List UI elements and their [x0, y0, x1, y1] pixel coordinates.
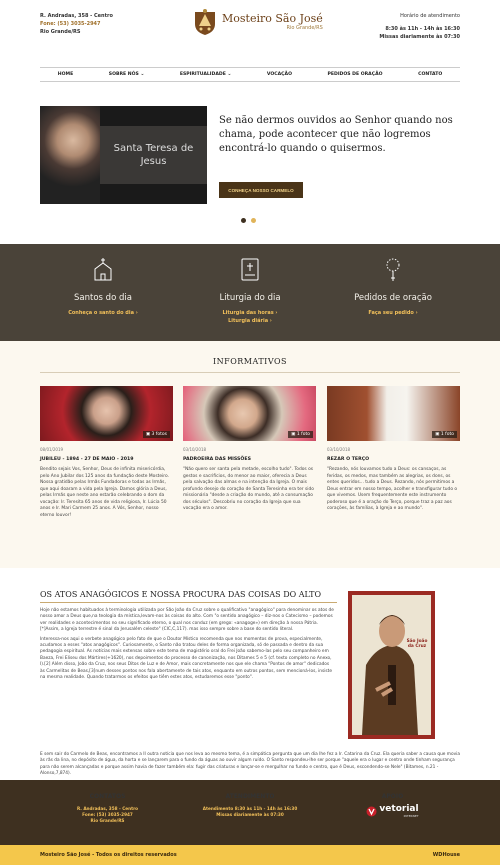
footer-mass-line: Missas diariamente às 07:30 — [216, 812, 284, 818]
portrait-label: São João da Cruz — [406, 639, 428, 649]
header-address: R. Andradas, 358 - Centro Fone: (53) 303… — [40, 12, 113, 36]
news-date: 03/10/2018 — [327, 447, 351, 452]
mass-line: Missas diariamente às 07:30 — [379, 34, 460, 40]
news-image: ▣ 1 foto — [327, 386, 460, 441]
news-title: PADROEIRA DAS MISSÕES — [183, 457, 251, 462]
nav-vocacao[interactable]: VOCAÇÃO — [267, 72, 292, 77]
news-excerpt: "Não quero ser santa pela metade, escolh… — [183, 467, 314, 511]
news-title: JUBILEU - 1894 - 27 DE MAIO - 2019 — [40, 457, 134, 462]
photo-count-badge: ▣ 1 foto — [288, 431, 313, 438]
feature-liturgia: Liturgia do dia Liturgia das horas › Lit… — [190, 256, 310, 325]
nav-label: ESPIRITUALIDADE — [179, 72, 226, 77]
feature-link[interactable]: Conheça o santo do dia › — [43, 309, 163, 317]
chevron-down-icon: ⌄ — [140, 72, 145, 77]
feature-title: Pedidos de oração — [354, 293, 432, 303]
footer-contacts: CONTATOS R. Andradas, 358 - Centro Fone:… — [60, 793, 155, 825]
feature-link[interactable]: Liturgia das horas › — [190, 309, 310, 317]
article-title: OS ATOS ANAGÓGICOS E NOSSA PROCURA DAS C… — [40, 590, 322, 599]
address-line: R. Andradas, 358 - Centro — [40, 13, 113, 19]
news-card[interactable]: ▣ 1 foto 03/10/2018 REZAR O TERÇO "Rezan… — [327, 386, 460, 513]
article-body: Hoje não estamos habituados à terminolog… — [40, 608, 334, 684]
article-paragraph: Hoje não estamos habituados à terminolog… — [40, 608, 334, 633]
vetorial-wordmark: vetorial — [379, 804, 419, 814]
badge-label: 3 fotos — [151, 432, 168, 437]
site-logo[interactable]: Mosteiro São José Rio Grande/RS — [193, 8, 323, 36]
nav-home[interactable]: HOME — [58, 72, 73, 77]
feature-title: Liturgia do dia — [219, 293, 281, 303]
feature-link[interactable]: Liturgia diária › — [190, 317, 310, 325]
footer-heading: ATENDIMENTO — [225, 793, 275, 800]
rosary-icon — [386, 258, 400, 281]
news-title: REZAR O TERÇO — [327, 457, 370, 462]
footer-support: APOIO vetorial INTERNET — [355, 793, 430, 818]
hours-title: Horário de atendimento — [400, 13, 460, 19]
article-paragraph: Interessa-nos aqui o verbete anagógico p… — [40, 636, 332, 681]
nav-pedidos[interactable]: PEDIDOS DE ORAÇÃO — [328, 72, 383, 77]
conheca-carmelo-button[interactable]: CONHEÇA NOSSO CARMELO — [219, 182, 303, 198]
photo-count-badge: ▣ 3 fotos — [142, 431, 170, 438]
hero-image: Santa Teresa de Jesus — [40, 106, 207, 204]
photo-count-badge: ▣ 1 foto — [432, 431, 457, 438]
news-excerpt: Bendito sejais Vos, Senhor, Deus de infi… — [40, 467, 169, 518]
chevron-down-icon: ⌄ — [227, 72, 232, 77]
logo-subtitle: Rio Grande/RS — [286, 25, 323, 31]
main-nav: HOME SOBRE NÓS ⌄ ESPIRITUALIDADE ⌄ VOCAÇ… — [40, 67, 460, 82]
phone-line: Fone: (53) 3035-2947 — [40, 21, 101, 27]
divider — [40, 602, 337, 603]
news-date: 03/10/2018 — [183, 447, 207, 452]
nav-contato[interactable]: CONTATO — [418, 72, 442, 77]
copyright-text: Mosteiro São José - Todos os direitos re… — [40, 852, 177, 858]
header-hours: Horário de atendimento 8:30 às 11h - 14h… — [379, 12, 460, 41]
hero-headline: Se não dermos ouvidos ao Senhor quando n… — [219, 115, 453, 154]
vetorial-logo[interactable]: vetorial INTERNET — [355, 805, 430, 818]
section-title: INFORMATIVOS — [213, 357, 287, 366]
news-card[interactable]: ▣ 3 fotos 08/01/2019 JUBILEU - 1894 - 27… — [40, 386, 173, 519]
saint-portrait: São João da Cruz — [348, 591, 435, 739]
vetorial-sub: INTERNET — [403, 814, 419, 818]
hours-line: 8:30 às 11h - 14h às 16:30 — [385, 26, 460, 32]
divider — [40, 372, 460, 373]
city-line: Rio Grande/RS — [40, 29, 81, 35]
logo-title: Mosteiro São José — [222, 12, 323, 25]
saint-teresa-portrait — [40, 106, 100, 204]
news-image: ▣ 1 foto — [183, 386, 316, 441]
slide-dot-active[interactable] — [241, 218, 246, 223]
footer-city: Rio Grande/RS — [90, 818, 125, 824]
footer-heading: APOIO — [381, 793, 404, 800]
nav-label: SOBRE NÓS — [108, 72, 139, 77]
slider-dots — [241, 218, 256, 223]
carmel-shield-icon — [195, 9, 215, 35]
feature-pedidos: Pedidos de oração Faça seu pedido › — [333, 256, 453, 317]
footer-hours: ATENDIMENTO Atendimento 8:30 às 11h - 14… — [195, 793, 305, 818]
church-icon — [94, 258, 112, 281]
news-image: ▣ 3 fotos — [40, 386, 173, 441]
news-date: 08/01/2019 — [40, 447, 64, 452]
feature-title: Santos do dia — [74, 293, 132, 303]
badge-label: 1 foto — [296, 432, 310, 437]
book-icon — [241, 258, 259, 281]
nav-sobre-nos[interactable]: SOBRE NÓS ⌄ — [109, 72, 145, 77]
feature-santos: Santos do dia Conheça o santo do dia › — [43, 256, 163, 317]
footer-heading: CONTATOS — [89, 793, 126, 800]
vetorial-mark-icon — [366, 806, 377, 817]
nav-espiritualidade[interactable]: ESPIRITUALIDADE ⌄ — [180, 72, 231, 77]
badge-label: 1 foto — [440, 432, 454, 437]
news-excerpt: "Rezando, nós louvamos tudo a Deus: os c… — [327, 467, 458, 511]
news-card[interactable]: ▣ 1 foto 03/10/2018 PADROEIRA DAS MISSÕE… — [183, 386, 316, 513]
hero-caption: Santa Teresa de Jesus — [100, 126, 207, 184]
article-paragraph: E sem sair do Carmelo de Beas, encontram… — [40, 752, 460, 777]
developer-credit[interactable]: WDHouse — [433, 852, 460, 858]
copyright-bar: Mosteiro São José - Todos os direitos re… — [0, 845, 500, 865]
feature-link[interactable]: Faça seu pedido › — [333, 309, 453, 317]
saint-john-illustration — [352, 595, 431, 735]
slide-dot[interactable] — [251, 218, 256, 223]
